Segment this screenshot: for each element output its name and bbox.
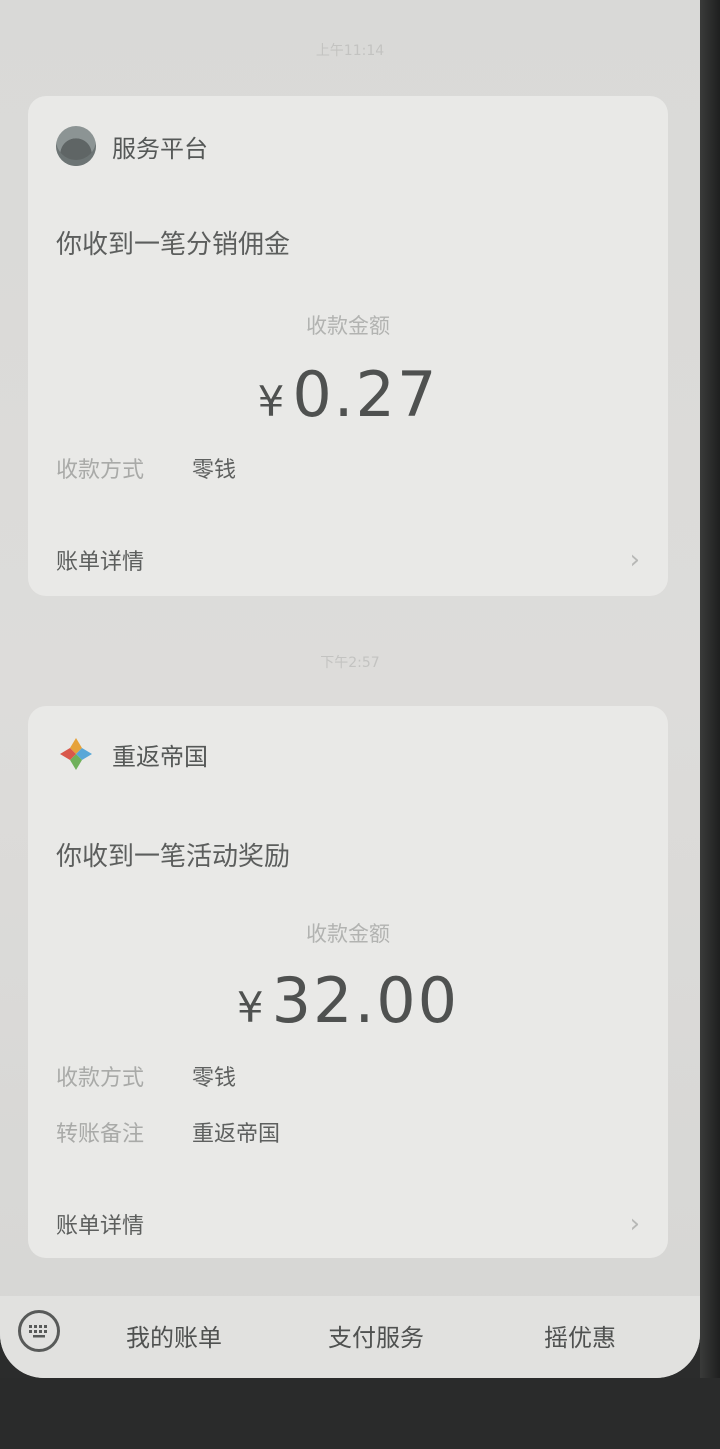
- menu-my-bills[interactable]: 我的账单: [126, 1318, 222, 1353]
- menu-payment-services[interactable]: 支付服务: [328, 1318, 424, 1353]
- keyboard-icon[interactable]: [18, 1310, 60, 1352]
- diamond-logo-icon: [56, 734, 96, 774]
- field-value: 零钱: [192, 458, 237, 483]
- currency-symbol: ¥: [236, 983, 264, 1032]
- field-row: 收款方式 零钱: [56, 452, 236, 484]
- field-row: 收款方式 零钱: [56, 1060, 236, 1092]
- bill-details-link[interactable]: 账单详情 ›: [56, 1208, 640, 1240]
- field-value: 零钱: [192, 1066, 237, 1091]
- message-time: 上午11:14: [315, 43, 385, 59]
- card-header[interactable]: 重返帝国: [56, 734, 208, 774]
- card-headline: 你收到一笔分销佣金: [56, 230, 291, 260]
- bill-details-label: 账单详情: [56, 550, 145, 575]
- amount: ¥0.27: [28, 358, 668, 431]
- menu-shake-deals[interactable]: 摇优惠: [544, 1318, 616, 1353]
- app-name: 重返帝国: [112, 742, 208, 771]
- device-edge: [700, 0, 720, 1449]
- card-headline: 你收到一笔活动奖励: [56, 842, 291, 872]
- device-bezel: [0, 1378, 720, 1449]
- field-label: 收款方式: [56, 1066, 145, 1091]
- app-name: 服务平台: [112, 134, 208, 163]
- bill-details-label: 账单详情: [56, 1214, 145, 1239]
- payment-card[interactable]: 服务平台 你收到一笔分销佣金 收款金额 ¥0.27 收款方式 零钱 账单详情 ›: [28, 96, 668, 596]
- amount: ¥32.00: [28, 964, 668, 1037]
- chevron-right-icon: ›: [629, 1209, 640, 1239]
- amount-label: 收款金额: [306, 922, 390, 946]
- amount-value: 32.00: [271, 964, 460, 1037]
- message-time: 下午2:57: [320, 655, 380, 671]
- field-label: 转账备注: [56, 1122, 145, 1147]
- chevron-right-icon: ›: [629, 545, 640, 575]
- currency-symbol: ¥: [257, 377, 285, 426]
- field-label: 收款方式: [56, 458, 145, 483]
- bill-details-link[interactable]: 账单详情 ›: [56, 544, 640, 576]
- bottom-menu-bar: 我的账单 支付服务 摇优惠: [0, 1296, 700, 1378]
- amount-label: 收款金额: [306, 314, 390, 338]
- field-row: 转账备注 重返帝国: [56, 1116, 280, 1148]
- payment-card[interactable]: 重返帝国 你收到一笔活动奖励 收款金额 ¥32.00 收款方式 零钱 转账备注 …: [28, 706, 668, 1258]
- phone-screen: 上午11:14 服务平台 你收到一笔分销佣金 收款金额 ¥0.27 收款方式 零…: [0, 0, 700, 1378]
- amount-value: 0.27: [292, 358, 439, 431]
- avatar-icon: [56, 126, 96, 166]
- card-header[interactable]: 服务平台: [56, 126, 208, 166]
- field-value: 重返帝国: [192, 1122, 281, 1147]
